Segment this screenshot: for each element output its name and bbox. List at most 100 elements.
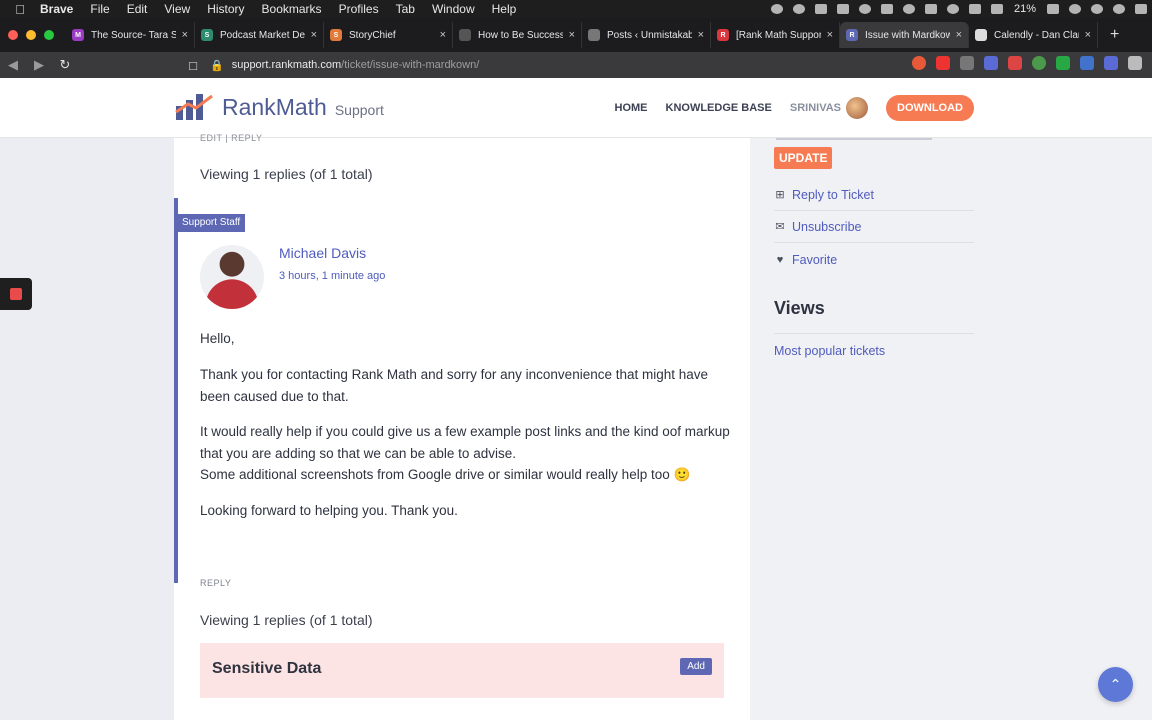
battery-icon[interactable] bbox=[1047, 4, 1059, 14]
unsubscribe-link[interactable]: ✉ Unsubscribe bbox=[774, 211, 974, 243]
timer-icon[interactable] bbox=[902, 4, 915, 14]
browser-tab[interactable]: Posts ‹ Unmistakab × bbox=[582, 22, 711, 48]
new-tab-icon[interactable]: + bbox=[1110, 26, 1119, 44]
browser-tab[interactable]: R [Rank Math Suppor × bbox=[711, 22, 840, 48]
plus-square-icon: ⊞ bbox=[775, 189, 785, 201]
envelope-icon: ✉ bbox=[775, 221, 785, 233]
edit-reply-links[interactable]: EDIT | REPLY bbox=[200, 133, 263, 143]
url-field[interactable]: 🔒 support.rankmath.com/ticket/issue-with… bbox=[210, 55, 660, 75]
bluetooth-icon[interactable] bbox=[946, 4, 959, 14]
tab-close-icon[interactable]: × bbox=[1085, 29, 1091, 41]
screen-icon[interactable] bbox=[836, 4, 849, 14]
window-controls bbox=[0, 30, 66, 40]
nav-user[interactable]: SRINIVAS bbox=[790, 97, 868, 119]
tab-close-icon[interactable]: × bbox=[182, 29, 188, 41]
main-nav: HOME KNOWLEDGE BASE SRINIVAS DOWNLOAD bbox=[597, 95, 974, 121]
apple-icon[interactable]:  bbox=[0, 2, 40, 17]
extension-3-icon[interactable] bbox=[1008, 56, 1022, 70]
menu-window[interactable]: Window bbox=[432, 2, 475, 16]
menu-bookmarks[interactable]: Bookmarks bbox=[262, 2, 322, 16]
browser-tab[interactable]: How to Be Success × bbox=[453, 22, 582, 48]
profile-icon[interactable] bbox=[1104, 56, 1118, 70]
favorite-link[interactable]: ♥ Favorite bbox=[774, 244, 974, 276]
back-icon[interactable]: ◀ bbox=[0, 57, 26, 73]
reload-icon[interactable]: ↻ bbox=[52, 57, 78, 73]
nav-home[interactable]: HOME bbox=[615, 102, 648, 114]
user-avatar bbox=[846, 97, 868, 119]
nav-user-name: SRINIVAS bbox=[789, 101, 841, 114]
brave-rewards-icon[interactable] bbox=[936, 56, 950, 70]
url-domain: support.rankmath.com bbox=[231, 59, 342, 71]
menu-tab[interactable]: Tab bbox=[396, 2, 415, 16]
tabs-container: M The Source- Tara S × S Podcast Market De × S… bbox=[66, 22, 1098, 48]
minimize-window-button[interactable] bbox=[26, 30, 36, 40]
tab-close-icon[interactable]: × bbox=[827, 29, 833, 41]
rankmath-logo[interactable]: Rank Math Support bbox=[174, 92, 384, 122]
nav-knowledge-base[interactable]: KNOWLEDGE BASE bbox=[666, 102, 772, 114]
tools-icon[interactable] bbox=[924, 4, 937, 14]
browser-tab[interactable]: M The Source- Tara S × bbox=[66, 22, 195, 48]
wifi-icon[interactable] bbox=[968, 4, 981, 14]
menu-profiles[interactable]: Profiles bbox=[339, 2, 379, 16]
cloud-icon[interactable] bbox=[858, 4, 871, 14]
extension-4-icon[interactable] bbox=[1032, 56, 1046, 70]
ticket-main: EDIT | REPLY Viewing 1 replies (of 1 tot… bbox=[174, 133, 750, 720]
author-name-link[interactable]: Michael Davis bbox=[279, 245, 366, 261]
clock-icon[interactable] bbox=[1069, 4, 1081, 14]
tab-close-icon[interactable]: × bbox=[311, 29, 317, 41]
dropbox-icon[interactable] bbox=[814, 4, 827, 14]
most-popular-tickets-link[interactable]: Most popular tickets bbox=[774, 344, 885, 358]
tab-close-icon[interactable]: × bbox=[569, 29, 575, 41]
brave-shield-icon[interactable] bbox=[912, 56, 926, 70]
logo-rank-text: Rank bbox=[222, 93, 276, 120]
message-paragraph-1: Thank you for contacting Rank Math and s… bbox=[200, 367, 709, 404]
browser-tab[interactable]: S Podcast Market De × bbox=[195, 22, 324, 48]
reply-card: Support Staff Michael Davis 3 hours, 1 m… bbox=[174, 198, 750, 583]
chevron-up-icon: ⌃ bbox=[1109, 676, 1122, 692]
extension-tray-icon[interactable] bbox=[792, 4, 805, 14]
menu-edit[interactable]: Edit bbox=[127, 2, 148, 16]
volume-icon[interactable] bbox=[990, 4, 1003, 14]
tab-close-icon[interactable]: × bbox=[698, 29, 704, 41]
browser-tab[interactable]: Calendly - Dan Clar × bbox=[969, 22, 1098, 48]
menu-icon[interactable] bbox=[1128, 56, 1142, 70]
reply-link[interactable]: REPLY bbox=[200, 578, 231, 588]
message-greeting: Hello, bbox=[200, 331, 235, 346]
status-select-underline bbox=[776, 138, 932, 140]
spotlight-search-icon[interactable] bbox=[1091, 4, 1103, 14]
reply-timestamp[interactable]: 3 hours, 1 minute ago bbox=[279, 270, 385, 282]
update-button[interactable]: UPDATE bbox=[774, 147, 833, 169]
extension-1-icon[interactable] bbox=[960, 56, 974, 70]
screen-recorder-widget[interactable] bbox=[0, 278, 32, 310]
browser-tab[interactable]: R Issue with Mardkow × bbox=[840, 22, 969, 48]
tab-close-icon[interactable]: × bbox=[440, 29, 446, 41]
extension-2-icon[interactable] bbox=[984, 56, 998, 70]
add-sensitive-data-button[interactable]: Add bbox=[680, 658, 712, 675]
menu-history[interactable]: History bbox=[207, 2, 244, 16]
menu-view[interactable]: View bbox=[164, 2, 190, 16]
sync-icon[interactable] bbox=[770, 4, 783, 14]
siri-icon[interactable] bbox=[1113, 4, 1125, 14]
url-path: /ticket/issue-with-mardkown/ bbox=[341, 59, 480, 71]
control-center-icon[interactable] bbox=[1135, 4, 1147, 14]
maximize-window-button[interactable] bbox=[44, 30, 54, 40]
menu-app-name[interactable]: Brave bbox=[40, 2, 73, 16]
forward-icon[interactable]: ▶ bbox=[26, 57, 52, 73]
grammarly-icon[interactable] bbox=[1056, 56, 1070, 70]
menubar-tray: 21% bbox=[766, 0, 1152, 18]
tab-close-icon[interactable]: × bbox=[956, 29, 962, 41]
browser-tab[interactable]: S StoryChief × bbox=[324, 22, 453, 48]
favorite-label: Favorite bbox=[792, 253, 838, 267]
reply-to-ticket-link[interactable]: ⊞ Reply to Ticket bbox=[774, 179, 974, 211]
download-button[interactable]: DOWNLOAD bbox=[886, 95, 974, 121]
scroll-to-top-button[interactable]: ⌃ bbox=[1098, 667, 1133, 702]
rankmath-logo-icon bbox=[175, 94, 213, 120]
plus-tray-icon[interactable] bbox=[880, 4, 893, 14]
translate-icon[interactable] bbox=[1080, 56, 1094, 70]
menu-help[interactable]: Help bbox=[492, 2, 517, 16]
author-avatar[interactable] bbox=[200, 245, 264, 309]
close-window-button[interactable] bbox=[8, 30, 18, 40]
bookmark-icon[interactable]: □ bbox=[180, 58, 206, 73]
menu-file[interactable]: File bbox=[90, 2, 109, 16]
tab-favicon-icon: M bbox=[72, 29, 84, 41]
